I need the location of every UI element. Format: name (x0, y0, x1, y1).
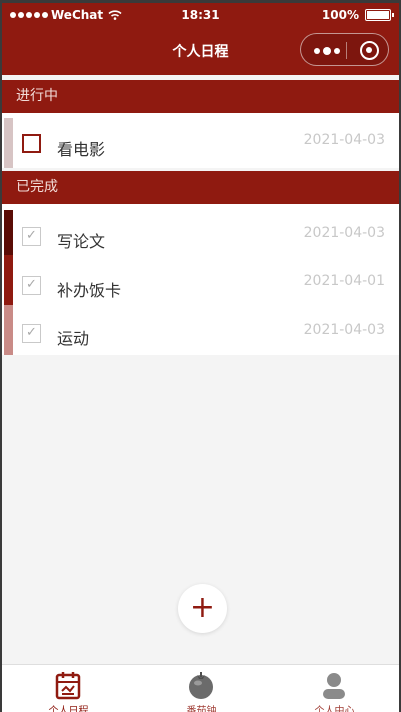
battery-percent: 100% (321, 8, 359, 22)
tab-schedule-label: 个人日程 (48, 706, 89, 712)
task-checkbox-checked[interactable]: ✓ (22, 227, 41, 246)
tab-bar: 个人日程 番茄钟 个人中心 (2, 664, 399, 712)
task-name: 看电影 (57, 140, 106, 159)
battery-icon (365, 9, 394, 21)
task-date: 2021-04-03 (303, 322, 385, 338)
calendar-icon (55, 672, 81, 700)
close-icon[interactable] (360, 41, 379, 60)
add-task-button[interactable]: + (178, 584, 227, 633)
task-date: 2021-04-01 (303, 273, 385, 289)
status-right: 100% (321, 8, 394, 22)
task-date: 2021-04-03 (303, 225, 385, 241)
task-row[interactable]: 看电影 2021-04-03 (2, 113, 399, 168)
task-color-bar (4, 118, 13, 168)
capsule-divider (346, 42, 347, 59)
task-checkbox[interactable] (22, 134, 41, 153)
task-date: 2021-04-03 (303, 132, 385, 148)
task-row[interactable]: ✓ 写论文 2021-04-03 (2, 204, 399, 256)
tab-profile[interactable]: 个人中心 (268, 665, 399, 712)
tab-pomodoro[interactable]: 番茄钟 (135, 665, 268, 712)
task-name: 写论文 (57, 232, 106, 251)
section-done-header: 已完成 (2, 171, 399, 204)
nav-bar: 个人日程 (2, 28, 399, 75)
tab-pomodoro-label: 番茄钟 (186, 706, 217, 712)
task-checkbox-checked[interactable]: ✓ (22, 324, 41, 343)
tab-profile-label: 个人中心 (314, 706, 355, 712)
tomato-icon (189, 672, 213, 699)
status-bar: WeChat 18:31 100% (2, 3, 399, 28)
task-checkbox-checked[interactable]: ✓ (22, 276, 41, 295)
task-name: 补办饭卡 (57, 281, 122, 300)
task-row[interactable]: ✓ 补办饭卡 2021-04-01 (2, 255, 399, 305)
task-row[interactable]: ✓ 运动 2021-04-03 (2, 305, 399, 355)
section-ongoing-header: 进行中 (2, 80, 399, 113)
task-color-bar (4, 210, 13, 256)
phone-screen: WeChat 18:31 100% 个人日程 进行中 看电影 2021-04-0… (0, 0, 401, 712)
tab-schedule[interactable]: 个人日程 (2, 665, 135, 712)
mini-program-capsule (300, 33, 389, 66)
user-icon (323, 673, 345, 699)
task-color-bar (4, 305, 13, 355)
task-name: 运动 (57, 329, 90, 348)
more-icon[interactable] (314, 47, 340, 55)
task-color-bar (4, 255, 13, 305)
